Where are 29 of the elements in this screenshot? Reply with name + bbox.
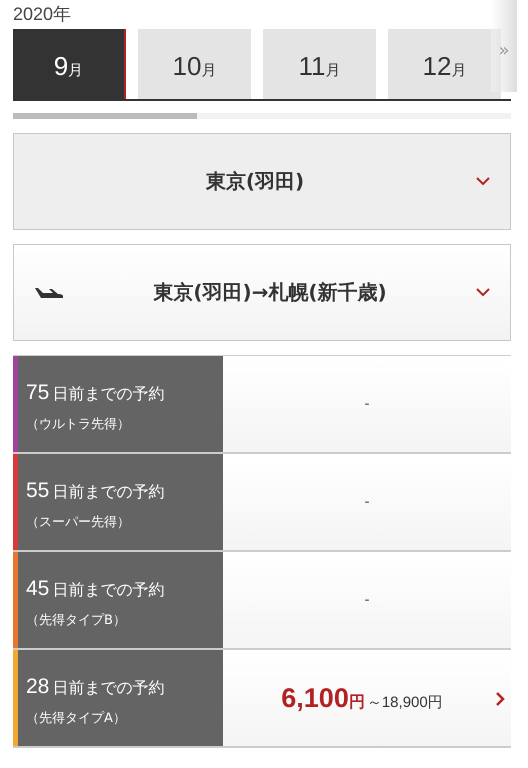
fare-type: （先得タイプA） [26,710,127,727]
fare-label: 日前までの予約 [52,580,164,601]
route-select[interactable]: 東京(羽田)→札幌(新千歳) [13,244,511,341]
chevron-down-icon [476,177,490,186]
price-range: ～18,900円 [366,692,443,712]
fare-type: （ウルトラ先得） [26,416,131,433]
fare-label: 日前までの予約 [52,482,164,503]
days-number: 75 [26,381,50,405]
fare-price: 6,100 [281,682,349,714]
price-unit: 円 [348,692,365,712]
month-tab[interactable]: 11月 [263,29,376,99]
fare-type: （先得タイプB） [26,612,127,629]
month-tab[interactable]: 10月 [138,29,251,99]
chevron-down-icon [476,288,490,297]
airplane-icon [34,286,64,298]
fare-label: 日前までの予約 [52,678,164,699]
no-fare-dash: - [364,396,370,412]
days-number: 28 [26,675,50,699]
days-number: 55 [26,479,50,503]
month-tab[interactable]: 12月 [388,29,501,99]
chevron-right-icon[interactable] [495,691,505,707]
month-tab[interactable]: 9月 [13,29,126,99]
year-label: 2020年 [13,3,72,26]
days-number: 45 [26,577,50,601]
departure-select[interactable]: 東京(羽田) [13,133,511,230]
no-fare-dash: - [364,592,370,608]
fare-type: （スーパー先得） [26,514,131,531]
no-fare-dash: - [364,494,370,510]
fare-label: 日前までの予約 [52,384,164,405]
